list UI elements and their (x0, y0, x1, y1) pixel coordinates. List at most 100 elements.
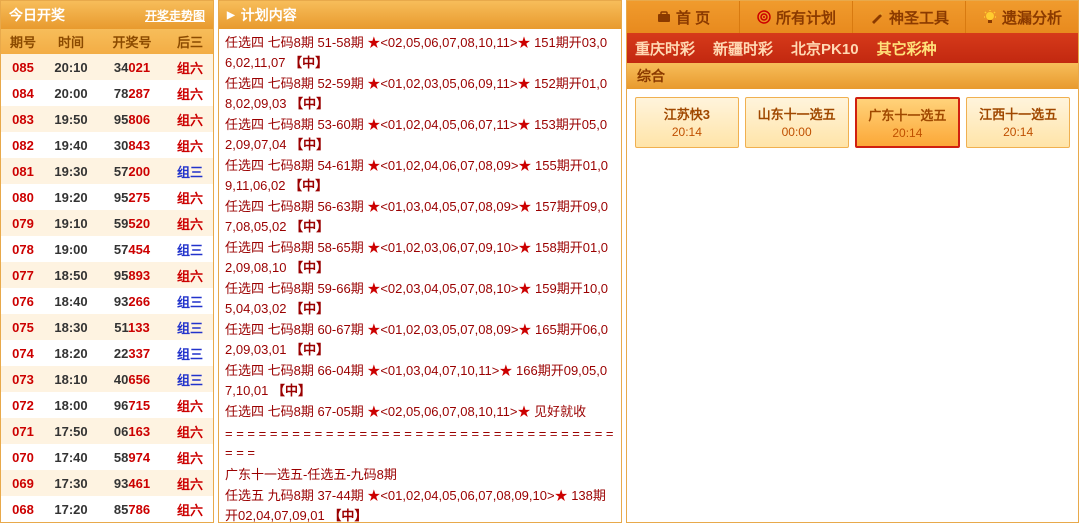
table-row[interactable]: 08119:3057200组三 (1, 158, 213, 184)
lottery-cards: 江苏快320:14山东十一选五00:00广东十一选五20:14 江西十一选五 20:… (627, 89, 1078, 156)
table-row[interactable]: 06917:3093461组六 (1, 470, 213, 496)
col-tail: 后三 (167, 29, 213, 54)
cell-number: 40656 (97, 369, 167, 390)
cell-issue: 073 (1, 369, 45, 390)
cell-tail: 组三 (167, 289, 213, 314)
cell-time: 19:40 (45, 135, 97, 156)
lottery-tab[interactable]: 重庆时彩 (635, 38, 695, 59)
nav-tab-target[interactable]: 所有计划 (740, 1, 853, 33)
cell-tail: 组三 (167, 341, 213, 366)
cell-number: 59520 (97, 213, 167, 234)
table-row[interactable]: 07017:4058974组六 (1, 444, 213, 470)
cell-issue: 075 (1, 317, 45, 338)
cell-tail: 组六 (167, 419, 213, 444)
table-row[interactable]: 06817:2085786组六 (1, 496, 213, 522)
cell-tail: 组六 (167, 133, 213, 158)
col-time: 时间 (45, 29, 97, 54)
table-row[interactable]: 07218:0096715组六 (1, 392, 213, 418)
draw-rows[interactable]: 08520:1034021组六08420:0078287组六08319:5095… (1, 54, 213, 522)
draw-table-header: 期号 时间 开奖号 后三 (1, 29, 213, 54)
table-row[interactable]: 08520:1034021组六 (1, 54, 213, 80)
nav-tab-wand[interactable]: 神圣工具 (853, 1, 966, 33)
sub-header: 综合 (627, 63, 1078, 89)
cell-time: 19:50 (45, 109, 97, 130)
col-number: 开奖号 (97, 29, 167, 54)
plan-line: 任选四 七码8期 52-59期 ★<01,02,03,05,06,09,11>★… (225, 74, 615, 113)
cell-time: 19:30 (45, 161, 97, 182)
bulb-icon (982, 9, 998, 25)
table-row[interactable]: 07618:4093266组三 (1, 288, 213, 314)
table-row[interactable]: 07318:1040656组三 (1, 366, 213, 392)
lottery-card[interactable]: 广东十一选五20:14 (855, 97, 961, 148)
cell-time: 18:00 (45, 395, 97, 416)
lottery-tab[interactable]: 北京PK10 (791, 38, 859, 59)
nav-label: 首 页 (676, 7, 710, 28)
cell-number: 30843 (97, 135, 167, 156)
table-row[interactable]: 07418:2022337组三 (1, 340, 213, 366)
cell-time: 18:20 (45, 343, 97, 364)
cell-number: 34021 (97, 57, 167, 78)
target-icon (756, 9, 772, 25)
cell-issue: 074 (1, 343, 45, 364)
mid-title: 计划内容 (241, 5, 297, 25)
plan-line: = = = = = = = = = = = = = = = = = = = = … (225, 424, 615, 463)
cell-issue: 071 (1, 421, 45, 442)
cell-number: 95275 (97, 187, 167, 208)
wand-icon (869, 9, 885, 25)
nav-label: 神圣工具 (889, 7, 949, 28)
lottery-tab[interactable]: 新疆时彩 (713, 38, 773, 59)
cell-time: 17:50 (45, 421, 97, 442)
table-row[interactable]: 08019:2095275组六 (1, 184, 213, 210)
cell-number: 22337 (97, 343, 167, 364)
plan-body[interactable]: 任选四 七码8期 51-58期 ★<02,05,06,07,08,10,11>★… (219, 29, 621, 522)
table-row[interactable]: 07518:3051133组三 (1, 314, 213, 340)
lottery-card[interactable]: 山东十一选五00:00 (745, 97, 849, 148)
table-row[interactable]: 07117:5006163组六 (1, 418, 213, 444)
plan-content-panel: ▶ 计划内容 任选四 七码8期 51-58期 ★<02,05,06,07,08,… (218, 0, 622, 523)
cell-issue: 078 (1, 239, 45, 260)
cell-issue: 085 (1, 57, 45, 78)
cell-tail: 组六 (167, 263, 213, 288)
cell-time: 20:00 (45, 83, 97, 104)
plan-line: 任选四 七码8期 53-60期 ★<01,02,04,05,06,07,11>★… (225, 115, 615, 154)
table-row[interactable]: 07718:5095893组六 (1, 262, 213, 288)
cell-number: 06163 (97, 421, 167, 442)
plan-line: 任选四 七码8期 66-04期 ★<01,03,04,07,10,11>★ 16… (225, 361, 615, 400)
card-name: 江苏快3 (638, 104, 736, 123)
cell-issue: 068 (1, 499, 45, 520)
plan-line: 任选四 七码8期 67-05期 ★<02,05,06,07,08,10,11>★… (225, 402, 615, 422)
table-row[interactable]: 08420:0078287组六 (1, 80, 213, 106)
table-row[interactable]: 07919:1059520组六 (1, 210, 213, 236)
lottery-card[interactable]: 江西十一选五 20:14 (966, 97, 1070, 148)
lottery-card[interactable]: 江苏快320:14 (635, 97, 739, 148)
trend-chart-link[interactable]: 开奖走势图 (145, 7, 205, 24)
main-nav: 首 页 所有计划 神圣工具遗漏分析 (627, 1, 1078, 33)
table-row[interactable]: 08319:5095806组六 (1, 106, 213, 132)
cell-issue: 084 (1, 83, 45, 104)
cell-tail: 组六 (167, 81, 213, 106)
cell-number: 78287 (97, 83, 167, 104)
cell-tail: 组六 (167, 471, 213, 496)
cell-time: 18:40 (45, 291, 97, 312)
cell-time: 19:10 (45, 213, 97, 234)
cell-issue: 076 (1, 291, 45, 312)
cell-number: 96715 (97, 395, 167, 416)
cell-number: 57454 (97, 239, 167, 260)
cell-time: 20:10 (45, 57, 97, 78)
nav-tab-briefcase[interactable]: 首 页 (627, 1, 740, 33)
table-row[interactable]: 08219:4030843组六 (1, 132, 213, 158)
cell-time: 19:20 (45, 187, 97, 208)
nav-tab-bulb[interactable]: 遗漏分析 (966, 1, 1078, 33)
table-row[interactable]: 07819:0057454组三 (1, 236, 213, 262)
lottery-tab[interactable]: 其它彩种 (877, 38, 937, 59)
plan-line: 任选四 七码8期 54-61期 ★<01,02,04,06,07,08,09>★… (225, 156, 615, 195)
plan-line: 任选四 七码8期 58-65期 ★<01,02,03,06,07,09,10>★… (225, 238, 615, 277)
card-time: 20:14 (969, 125, 1067, 139)
card-name: 江西十一选五 (969, 104, 1067, 123)
cell-issue: 083 (1, 109, 45, 130)
cell-issue: 077 (1, 265, 45, 286)
cell-number: 95893 (97, 265, 167, 286)
cell-time: 18:50 (45, 265, 97, 286)
cell-issue: 079 (1, 213, 45, 234)
cell-tail: 组六 (167, 55, 213, 80)
